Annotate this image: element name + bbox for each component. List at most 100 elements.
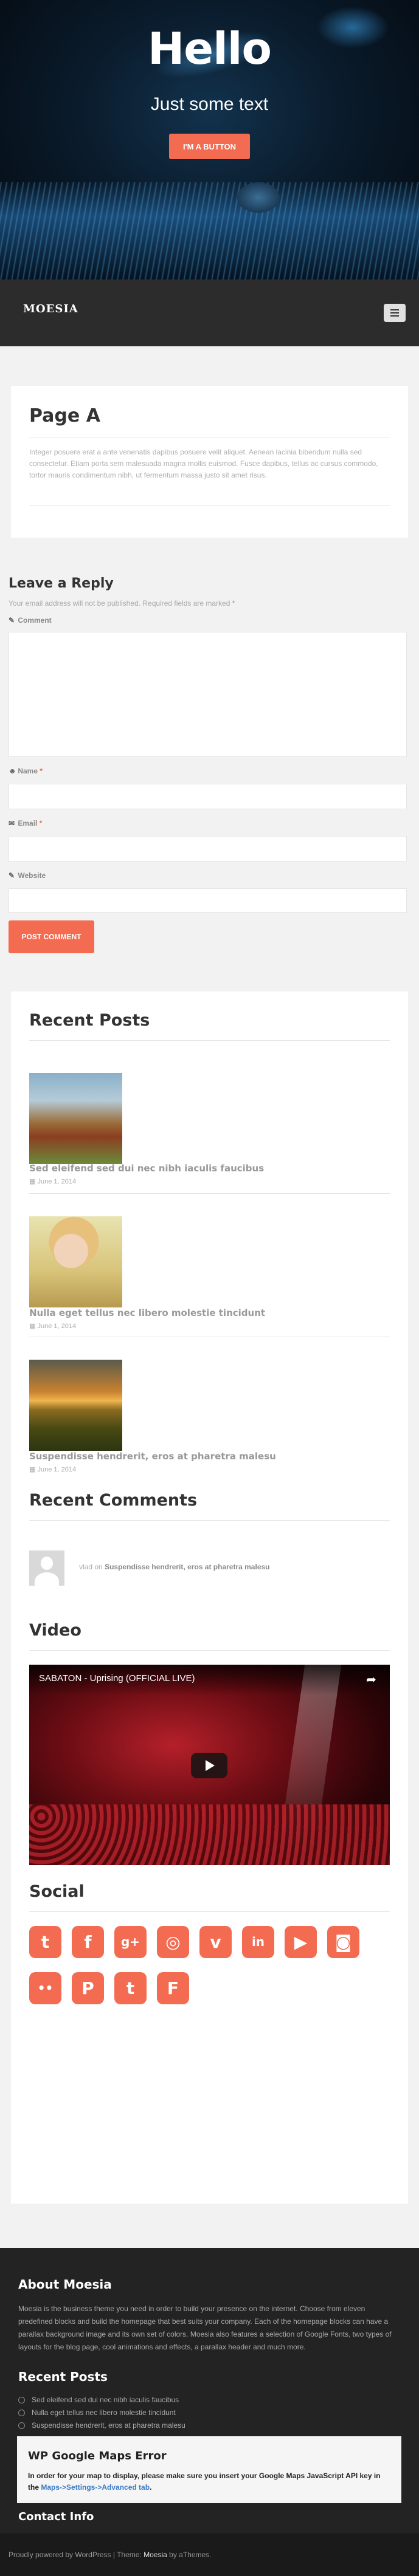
post-date: ▦ June 1, 2014	[29, 1177, 76, 1185]
youtube-icon[interactable]: ▶	[285, 1926, 317, 1958]
social-title: Social	[29, 1882, 85, 1901]
linkedin-icon[interactable]: in	[242, 1926, 274, 1958]
post-date-text: June 1, 2014	[37, 1178, 77, 1185]
avatar	[29, 1550, 64, 1586]
name-field[interactable]	[9, 784, 407, 809]
google-plus-icon[interactable]: g+	[114, 1926, 147, 1958]
facebook-icon[interactable]: f	[72, 1926, 104, 1958]
reply-notes-text: Your email address will not be published…	[9, 599, 230, 608]
recent-comment: vlad on Suspendisse hendrerit, eros at p…	[79, 1563, 270, 1571]
instagram-icon[interactable]: ◙	[327, 1926, 359, 1958]
hero-button[interactable]: I'M A BUTTON	[169, 134, 250, 159]
pencil-icon: ✎	[9, 616, 15, 625]
video-title: Video	[29, 1621, 81, 1640]
crowd	[29, 1804, 390, 1865]
comment-author[interactable]: vlad	[79, 1563, 92, 1571]
credits-sep: | Theme:	[111, 2550, 144, 2559]
post-thumbnail[interactable]	[29, 1073, 122, 1164]
calendar-icon: ▦	[29, 1466, 38, 1473]
comment-label: ✎ Comment	[9, 616, 52, 625]
hero-header: Hello Just some text I'M A BUTTON	[0, 0, 419, 279]
user-icon: ☻	[9, 767, 16, 775]
post-thumbnail[interactable]	[29, 1216, 122, 1307]
comment-post-link[interactable]: Suspendisse hendrerit, eros at pharetra …	[105, 1563, 269, 1571]
email-field[interactable]	[9, 836, 407, 862]
post-date: ▦ June 1, 2014	[29, 1465, 76, 1473]
envelope-icon: ✉	[9, 819, 15, 827]
hamburger-icon	[390, 315, 399, 317]
site-brand[interactable]: MOESIA	[23, 303, 78, 315]
post-link[interactable]: Nulla eget tellus nec libero molestie ti…	[29, 1307, 265, 1318]
footer-recent-item[interactable]: Suspendisse hendrerit, eros at pharetra …	[18, 2419, 395, 2432]
video-title-text[interactable]: SABATON - Uprising (OFFICIAL LIVE)	[39, 1673, 195, 1684]
map-error-title: WP Google Maps Error	[28, 2450, 167, 2462]
post-comment-button[interactable]: POST COMMENT	[9, 920, 94, 953]
divider	[29, 1193, 390, 1194]
footer-recent-item[interactable]: Sed eleifend sed dui nec nibh iaculis fa…	[18, 2394, 395, 2406]
email-label: ✉ Email *	[9, 819, 42, 827]
credits-text: Proudly powered by WordPress | Theme: Mo…	[9, 2550, 212, 2559]
wordpress-link[interactable]: Proudly powered by WordPress	[9, 2550, 111, 2559]
footer-recent-title: Recent Posts	[18, 2369, 108, 2384]
post-date-text: June 1, 2014	[37, 1466, 77, 1473]
theme-link[interactable]: Moesia	[144, 2550, 167, 2559]
website-field[interactable]	[9, 888, 407, 913]
site-credits: Proudly powered by WordPress | Theme: Mo…	[0, 2533, 419, 2576]
comment-textarea[interactable]	[9, 632, 407, 757]
required-mark: *	[232, 599, 235, 608]
about-text: Moesia is the business theme you need in…	[18, 2304, 392, 2351]
credits-by: by aThemes.	[167, 2550, 212, 2559]
foursquare-icon[interactable]: F	[157, 1972, 189, 2004]
hamburger-icon	[390, 309, 399, 310]
share-icon[interactable]: ➦	[366, 1672, 381, 1687]
name-label-text: Name	[18, 767, 38, 775]
pinterest-icon[interactable]: P	[72, 1972, 104, 2004]
map-settings-link[interactable]: Maps->Settings->Advanced tab	[41, 2483, 150, 2492]
map-error-end: .	[150, 2483, 152, 2492]
post-thumbnail[interactable]	[29, 1360, 122, 1451]
hero-grass	[0, 182, 419, 279]
contact-title: Contact Info	[18, 2510, 94, 2523]
divider	[29, 1040, 390, 1041]
post-date-text: June 1, 2014	[37, 1323, 77, 1330]
footer-recent-list: Sed eleifend sed dui nec nibh iaculis fa…	[18, 2394, 395, 2432]
calendar-icon: ▦	[29, 1178, 38, 1185]
sidebar-widgets: Recent Posts Sed eleifend sed dui nec ni…	[11, 992, 408, 2204]
name-label: ☻ Name *	[9, 767, 43, 775]
hero-title: Hello	[148, 23, 272, 74]
reply-notes: Your email address will not be published…	[9, 599, 235, 608]
avatar-body	[35, 1572, 59, 1586]
reply-title: Leave a Reply	[9, 576, 114, 591]
tumblr-icon[interactable]: t	[114, 1972, 147, 2004]
divider	[29, 1650, 390, 1651]
comment-on: on	[94, 1563, 103, 1571]
post-link[interactable]: Suspendisse hendrerit, eros at pharetra …	[29, 1451, 276, 1462]
website-label: ✎ Website	[9, 871, 46, 880]
site-navbar: MOESIA	[0, 279, 419, 346]
recent-comments-title: Recent Comments	[29, 1491, 198, 1510]
link-icon: ✎	[9, 871, 15, 880]
post-link[interactable]: Sed eleifend sed dui nec nibh iaculis fa…	[29, 1163, 264, 1174]
post-date: ▦ June 1, 2014	[29, 1322, 76, 1330]
website-label-text: Website	[18, 871, 46, 880]
comment-label-text: Comment	[18, 616, 52, 625]
dribbble-icon[interactable]: ◎	[157, 1926, 189, 1958]
email-label-text: Email	[18, 819, 38, 827]
about-title: About Moesia	[18, 2277, 112, 2292]
play-icon	[206, 1760, 215, 1771]
vimeo-icon[interactable]: v	[199, 1926, 232, 1958]
avatar-head	[41, 1557, 53, 1570]
twitter-icon[interactable]: t	[29, 1926, 61, 1958]
footer-recent-item[interactable]: Nulla eget tellus nec libero molestie ti…	[18, 2406, 395, 2419]
divider	[29, 1520, 390, 1521]
flickr-icon[interactable]: ••	[29, 1972, 61, 2004]
recent-posts-title: Recent Posts	[29, 1011, 150, 1030]
calendar-icon: ▦	[29, 1323, 38, 1330]
video-player[interactable]: SABATON - Uprising (OFFICIAL LIVE) ➦	[29, 1665, 390, 1865]
page-body: Integer posuere erat a ante venenatis da…	[29, 448, 378, 479]
play-button[interactable]	[191, 1753, 227, 1778]
hero-subtitle: Just some text	[150, 94, 269, 114]
map-error-text: In order for your map to display, please…	[28, 2470, 393, 2493]
page-title: Page A	[29, 405, 100, 426]
menu-toggle-button[interactable]	[384, 304, 406, 322]
